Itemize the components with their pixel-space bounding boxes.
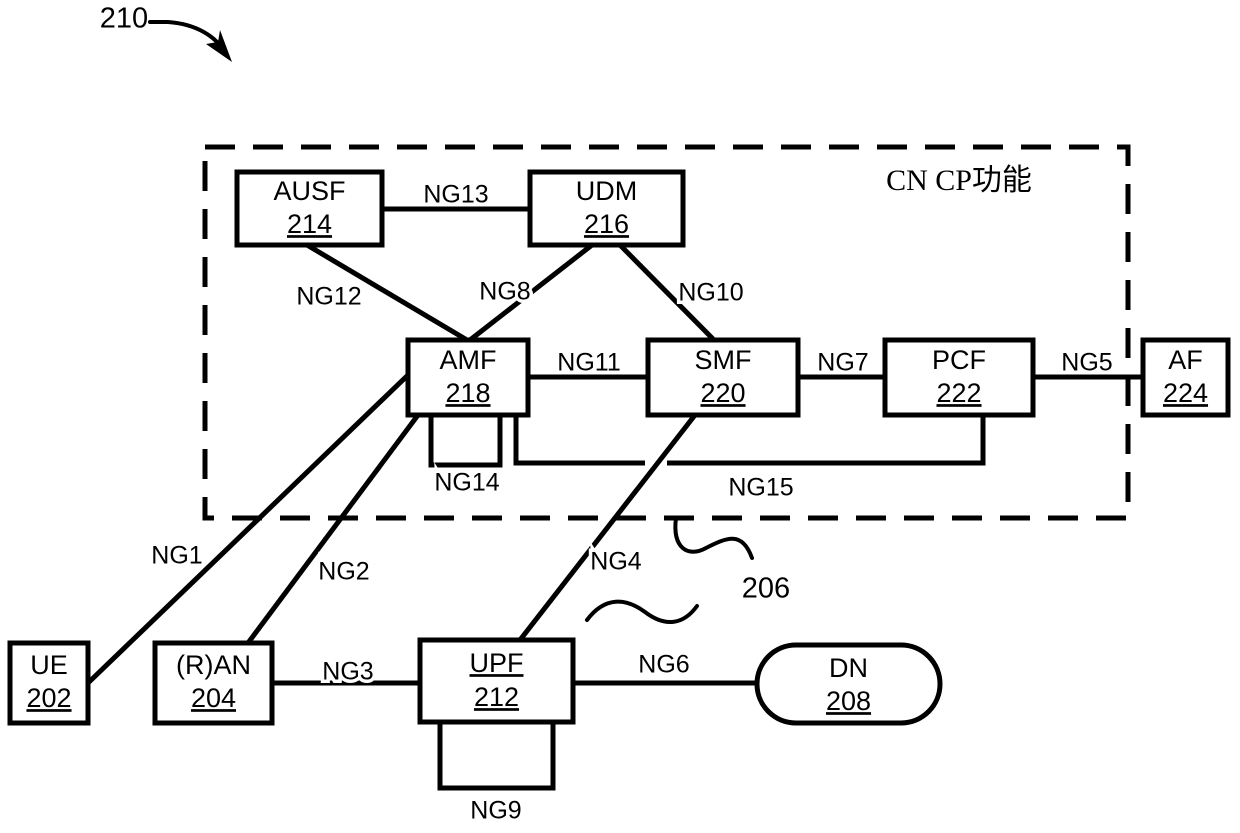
node-dn-ref: 208: [826, 686, 871, 716]
node-pcf-label: PCF: [932, 345, 986, 375]
node-amf-label: AMF: [440, 345, 497, 375]
figure-diagram: 210 CN CP功能 AUSF 214 UDM 216 AMF 218 SMF…: [0, 0, 1240, 833]
edge-label-ng10: NG10: [678, 279, 743, 307]
edge-label-ng12: NG12: [296, 283, 361, 311]
node-ran-ref: 204: [191, 683, 236, 713]
callout-206-leader-lower: [585, 599, 699, 625]
node-ran-label: (R)AN: [176, 650, 251, 680]
edge-label-ng14: NG14: [434, 469, 499, 497]
edge-labels: NG13 NG12 NG8 NG10 NG11 NG7 NG5 NG14 NG1…: [148, 177, 1116, 828]
edge-label-ng11: NG11: [557, 349, 620, 377]
node-udm-ref: 216: [584, 209, 629, 239]
edge-label-ng7: NG7: [817, 349, 868, 377]
node-ausf[interactable]: AUSF 214: [234, 169, 385, 248]
edge-label-ng3: NG3: [322, 658, 373, 686]
cn-cp-region-label: CN CP功能: [886, 164, 1032, 197]
edge-label-ng4: NG4: [590, 548, 642, 576]
callout-206-leader-upper: [673, 516, 754, 560]
edge-label-ng6: NG6: [638, 651, 689, 679]
node-dn[interactable]: DN 208: [754, 642, 943, 726]
node-af-label: AF: [1168, 345, 1203, 375]
node-pcf[interactable]: PCF 222: [882, 337, 1036, 418]
edge-label-ng15: NG15: [728, 474, 793, 502]
edge-ng4: [518, 413, 697, 642]
node-upf-label: UPF: [470, 648, 524, 678]
edge-label-ng2: NG2: [318, 558, 369, 586]
edge-label-ng13: NG13: [423, 181, 488, 209]
callout-206-number: 206: [742, 573, 790, 605]
edge-label-ng9: NG9: [470, 797, 521, 825]
node-smf-label: SMF: [695, 345, 752, 375]
node-ue-ref: 202: [26, 683, 71, 713]
figure-reference-callout: 210: [100, 3, 232, 62]
node-ue-label: UE: [30, 650, 68, 680]
node-udm-label: UDM: [576, 176, 638, 206]
node-ran[interactable]: (R)AN 204: [152, 640, 275, 726]
edge-label-ng1: NG1: [151, 542, 202, 570]
edge-ng9: [437, 722, 556, 791]
edge-ng15: [513, 415, 986, 466]
node-dn-label: DN: [829, 653, 868, 683]
edge-ng1: [86, 373, 410, 685]
node-upf[interactable]: UPF 212: [417, 637, 576, 725]
node-pcf-ref: 222: [936, 378, 981, 408]
node-udm[interactable]: UDM 216: [527, 169, 686, 248]
node-af-ref: 224: [1163, 378, 1208, 408]
edge-label-ng8: NG8: [479, 278, 530, 306]
node-smf[interactable]: SMF 220: [645, 337, 801, 418]
figure-reference-number: 210: [100, 3, 148, 35]
node-smf-ref: 220: [700, 378, 745, 408]
network-architecture-svg: 210 CN CP功能 AUSF 214 UDM 216 AMF 218 SMF…: [7, 3, 1231, 828]
node-ausf-ref: 214: [287, 209, 332, 239]
node-amf[interactable]: AMF 218: [405, 337, 531, 418]
node-ue[interactable]: UE 202: [7, 640, 91, 726]
edge-label-ng5: NG5: [1061, 349, 1112, 377]
node-ausf-label: AUSF: [273, 176, 345, 206]
node-af[interactable]: AF 224: [1140, 337, 1231, 418]
edge-ng14: [428, 415, 503, 468]
node-upf-ref: 212: [474, 682, 519, 712]
node-amf-ref: 218: [445, 378, 490, 408]
